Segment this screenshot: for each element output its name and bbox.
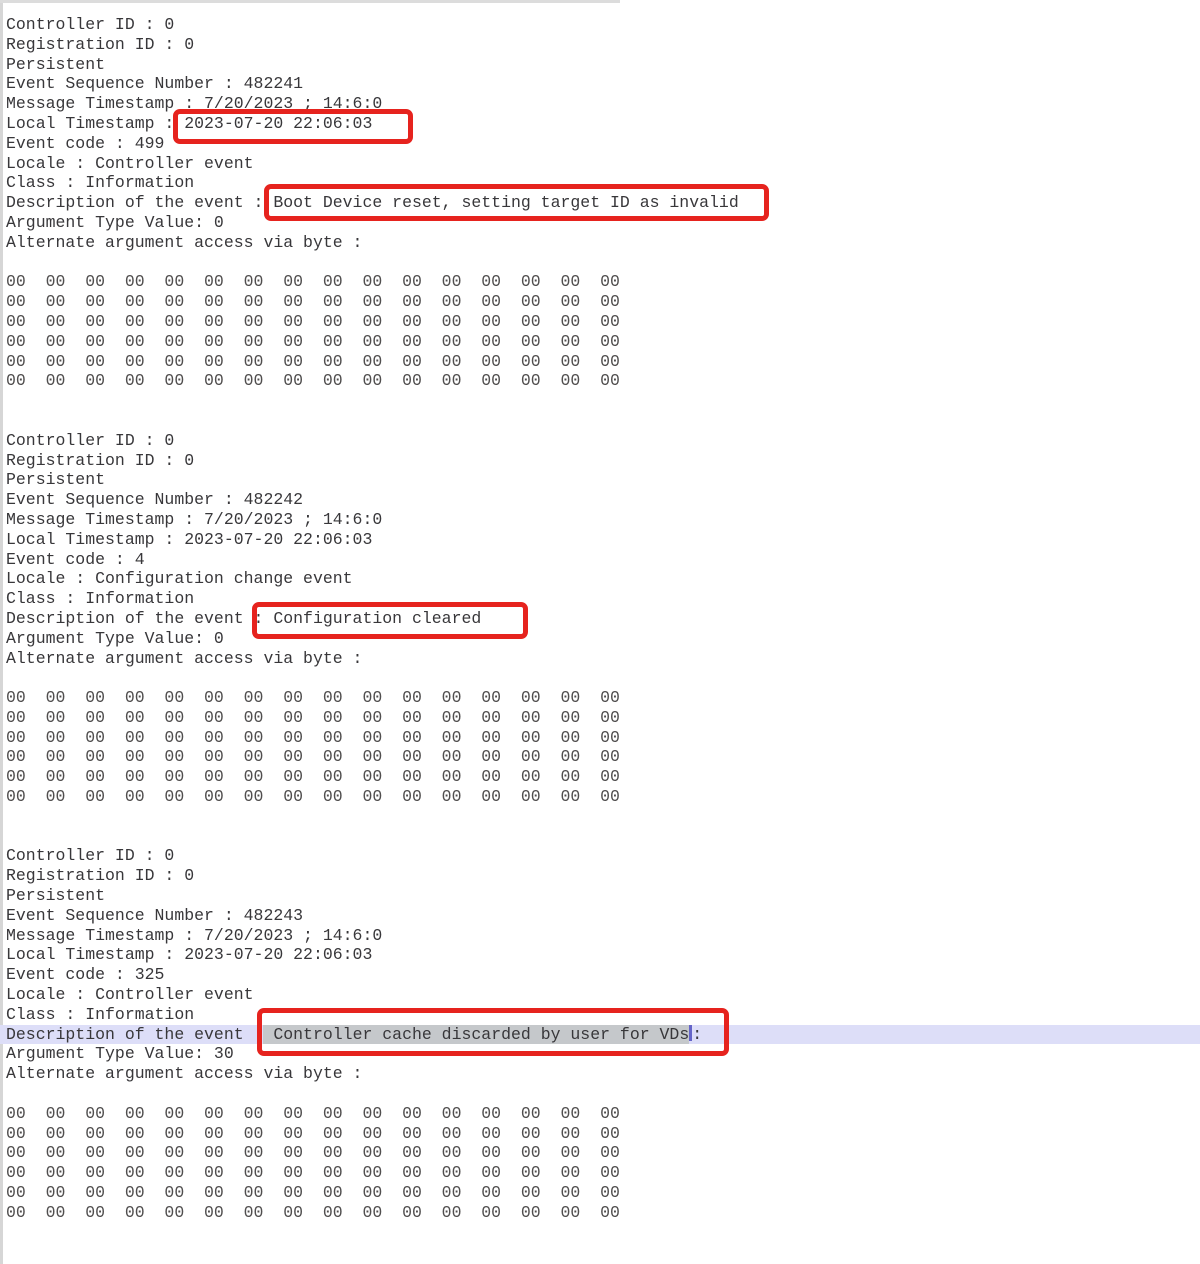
log-line-description: Description of the event : Configuration… (6, 609, 1196, 629)
event-block-2: Controller ID : 0 Registration ID : 0 Pe… (6, 431, 1196, 847)
log-line: Class : Information (6, 589, 1196, 609)
hex-row: 00 00 00 00 00 00 00 00 00 00 00 00 00 0… (6, 1104, 1196, 1124)
event-block-1: Controller ID : 0 Registration ID : 0 Pe… (6, 15, 1196, 431)
log-line: Registration ID : 0 (6, 35, 1196, 55)
description-prefix: Description of the event : (6, 1025, 263, 1044)
hex-row: 00 00 00 00 00 00 00 00 00 00 00 00 00 0… (6, 1143, 1196, 1163)
hex-row: 00 00 00 00 00 00 00 00 00 00 00 00 00 0… (6, 708, 1196, 728)
hex-row: 00 00 00 00 00 00 00 00 00 00 00 00 00 0… (6, 332, 1196, 352)
hex-row: 00 00 00 00 00 00 00 00 00 00 00 00 00 0… (6, 352, 1196, 372)
log-line: Registration ID : 0 (6, 866, 1196, 886)
hex-row: 00 00 00 00 00 00 00 00 00 00 00 00 00 0… (6, 272, 1196, 292)
log-line: Alternate argument access via byte : (6, 649, 1196, 669)
log-line: Local Timestamp : 2023-07-20 22:06:03 (6, 530, 1196, 550)
blank-line (6, 668, 1196, 688)
hex-row: 00 00 00 00 00 00 00 00 00 00 00 00 00 0… (6, 787, 1196, 807)
log-line: Controller ID : 0 (6, 431, 1196, 451)
hex-row: 00 00 00 00 00 00 00 00 00 00 00 00 00 0… (6, 1203, 1196, 1223)
blank-line (6, 827, 1196, 847)
blank-line (6, 807, 1196, 827)
hex-row: 00 00 00 00 00 00 00 00 00 00 00 00 00 0… (6, 1124, 1196, 1144)
log-line: Event Sequence Number : 482241 (6, 74, 1196, 94)
log-line: Controller ID : 0 (6, 15, 1196, 35)
annotation-box-boot-device-reset (264, 184, 769, 221)
annotation-box-local-timestamp (173, 109, 413, 144)
hex-row: 00 00 00 00 00 00 00 00 00 00 00 00 00 0… (6, 747, 1196, 767)
log-line: Controller ID : 0 (6, 846, 1196, 866)
hex-row: 00 00 00 00 00 00 00 00 00 00 00 00 00 0… (6, 1183, 1196, 1203)
hex-row: 00 00 00 00 00 00 00 00 00 00 00 00 00 0… (6, 371, 1196, 391)
log-line: Message Timestamp : 7/20/2023 ; 14:6:0 (6, 510, 1196, 530)
annotation-box-cache-discarded (257, 1008, 729, 1056)
hex-row: 00 00 00 00 00 00 00 00 00 00 00 00 00 0… (6, 688, 1196, 708)
hex-row: 00 00 00 00 00 00 00 00 00 00 00 00 00 0… (6, 1163, 1196, 1183)
log-line: Event Sequence Number : 482243 (6, 906, 1196, 926)
hex-row: 00 00 00 00 00 00 00 00 00 00 00 00 00 0… (6, 312, 1196, 332)
log-line: Registration ID : 0 (6, 451, 1196, 471)
log-line: Local Timestamp : 2023-07-20 22:06:03 (6, 945, 1196, 965)
log-line: Alternate argument access via byte : (6, 1064, 1196, 1084)
log-line: Alternate argument access via byte : (6, 233, 1196, 253)
log-line: Message Timestamp : 7/20/2023 ; 14:6:0 (6, 926, 1196, 946)
log-line: Persistent (6, 470, 1196, 490)
window-edge-top (0, 0, 620, 3)
log-line: Locale : Configuration change event (6, 569, 1196, 589)
blank-line (6, 411, 1196, 431)
log-line: Locale : Controller event (6, 985, 1196, 1005)
blank-line (6, 391, 1196, 411)
log-line: Argument Type Value: 0 (6, 629, 1196, 649)
blank-line (6, 1084, 1196, 1104)
log-line: Event code : 4 (6, 550, 1196, 570)
hex-row: 00 00 00 00 00 00 00 00 00 00 00 00 00 0… (6, 292, 1196, 312)
log-line: Event code : 325 (6, 965, 1196, 985)
window-edge-left (0, 0, 3, 1264)
log-line: Locale : Controller event (6, 154, 1196, 174)
log-line: Persistent (6, 886, 1196, 906)
blank-line (6, 253, 1196, 273)
hex-row: 00 00 00 00 00 00 00 00 00 00 00 00 00 0… (6, 767, 1196, 787)
hex-row: 00 00 00 00 00 00 00 00 00 00 00 00 00 0… (6, 728, 1196, 748)
annotation-box-configuration-cleared (252, 602, 528, 639)
log-line: Persistent (6, 55, 1196, 75)
log-line: Event Sequence Number : 482242 (6, 490, 1196, 510)
